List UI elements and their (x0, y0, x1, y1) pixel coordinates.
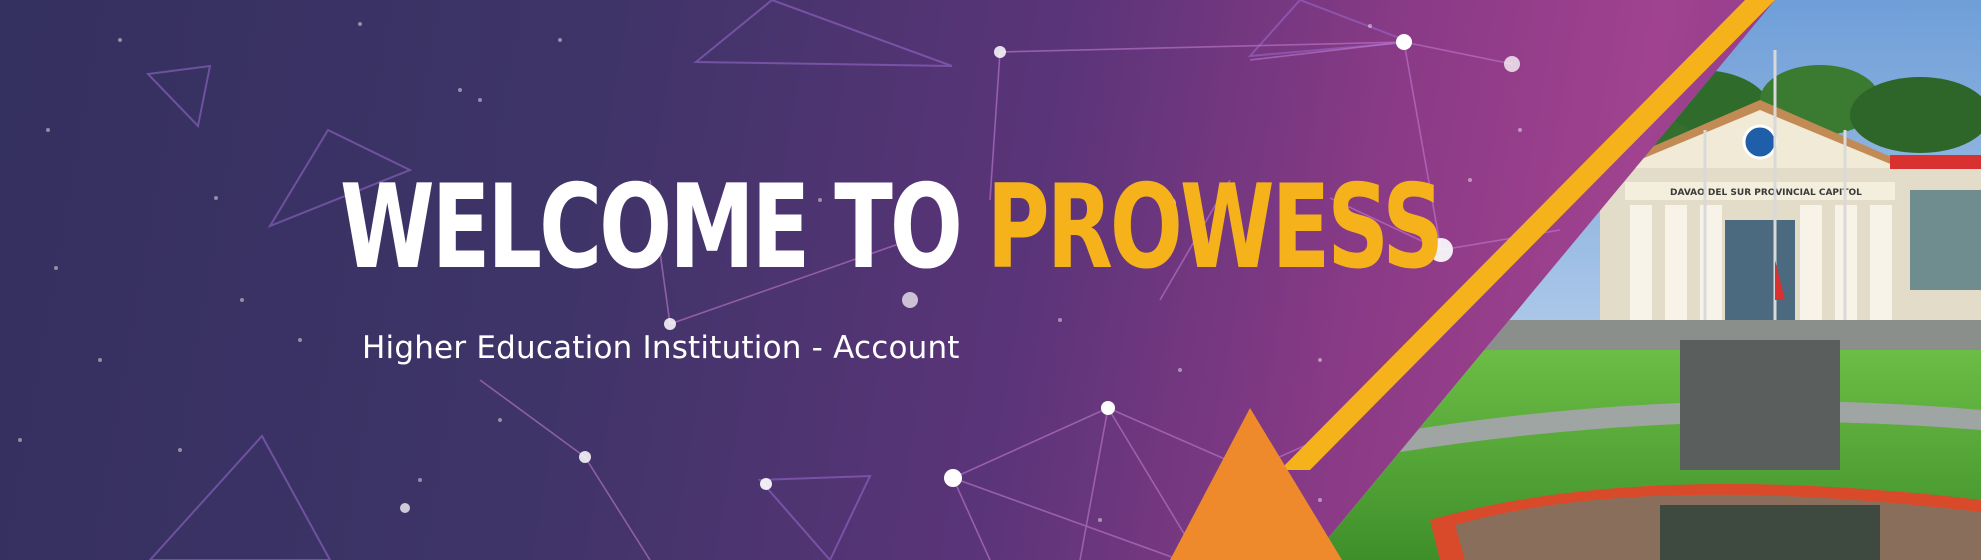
headline-brand-text: PROWESS (986, 160, 1444, 295)
welcome-banner: DAVAO DEL SUR PROVINCIAL CAPITOL WELCOME… (0, 0, 1981, 560)
headline-welcome-text: WELCOME TO (340, 160, 963, 295)
accent-triangle (1170, 408, 1342, 560)
banner-subtitle: Higher Education Institution - Account (362, 330, 960, 366)
building-sign: DAVAO DEL SUR PROVINCIAL CAPITOL (1670, 188, 1862, 198)
welcome-headline: WELCOME TO PROWESS (340, 170, 1444, 286)
